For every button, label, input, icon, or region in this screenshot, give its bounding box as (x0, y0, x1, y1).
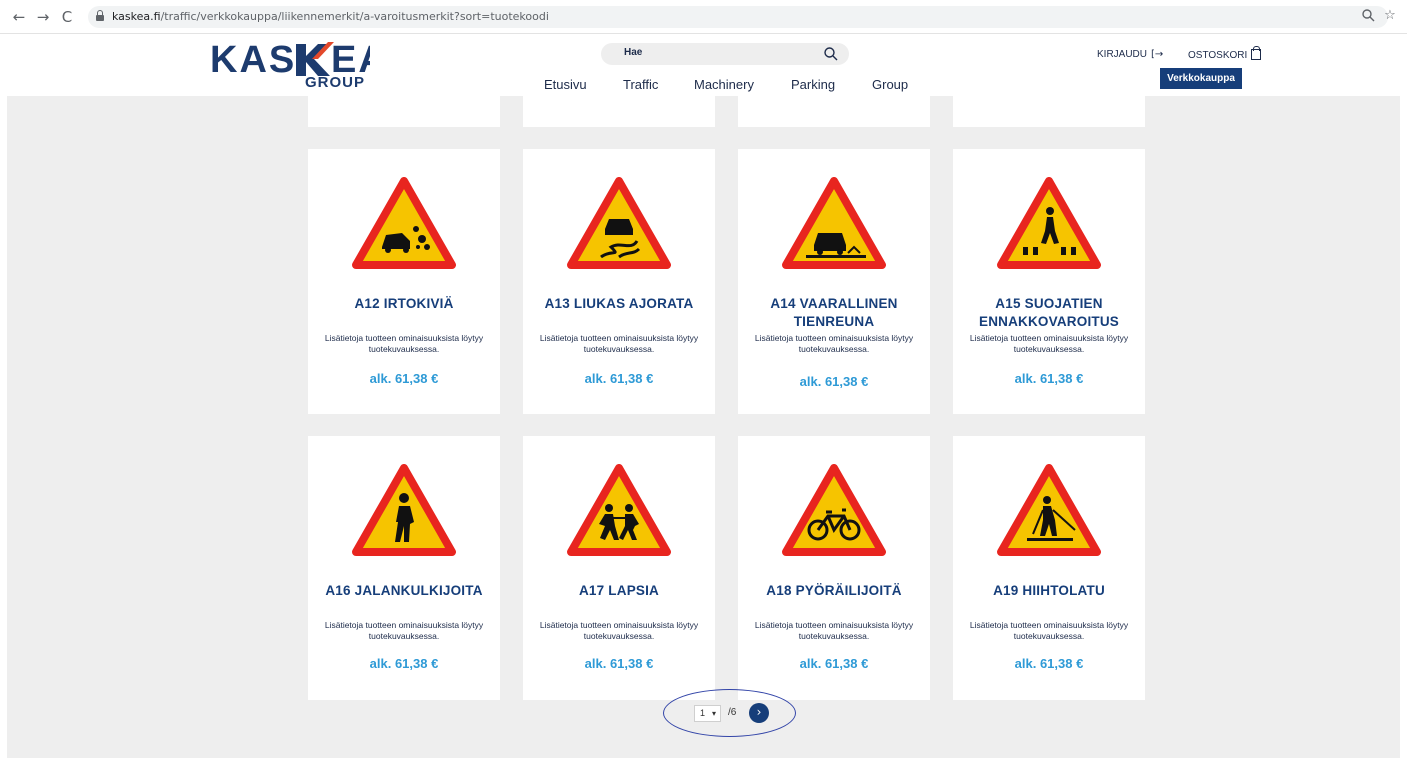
product-price: alk. 61,38 € (584, 656, 654, 671)
webshop-button[interactable]: Verkkokauppa (1160, 68, 1242, 89)
bookmark-star-icon[interactable]: ☆ (1382, 8, 1398, 24)
product-description: Lisätietoja tuotteen ominaisuuksista löy… (754, 620, 914, 641)
product-title[interactable]: A14 VAARALLINEN TIENREUNA (746, 295, 922, 331)
product-title[interactable]: A17 LAPSIA (531, 582, 707, 600)
product-description: Lisätietoja tuotteen ominaisuuksista löy… (539, 620, 699, 641)
product-card[interactable]: A17 LAPSIA Lisätietoja tuotteen ominaisu… (523, 436, 715, 700)
cart-label: OSTOSKORI (1188, 50, 1248, 61)
product-title[interactable]: A15 SUOJATIEN ENNAKKOVAROITUS (961, 295, 1137, 331)
pagination: 1 ▾ /6 › (663, 689, 796, 737)
search-field[interactable]: Hae (601, 43, 849, 65)
logo-subtitle: GROUP (305, 74, 366, 91)
svg-text:EA: EA (331, 40, 370, 78)
site-header: KAS EA GROUP Hae Etusivu Traffic Machine… (0, 34, 1407, 96)
url-domain: kaskea.fi (112, 10, 161, 23)
search-icon[interactable] (823, 46, 839, 62)
product-description: Lisätietoja tuotteen ominaisuuksista löy… (324, 620, 484, 641)
next-page-button[interactable]: › (749, 703, 769, 723)
product-card[interactable]: A16 JALANKULKIJOITA Lisätietoja tuotteen… (308, 436, 500, 700)
product-title[interactable]: A16 JALANKULKIJOITA (316, 582, 492, 600)
product-card[interactable]: A12 IRTOKIVIÄ Lisätietoja tuotteen omina… (308, 149, 500, 414)
product-description: Lisätietoja tuotteen ominaisuuksista löy… (539, 333, 699, 354)
page-total: /6 (728, 707, 737, 718)
browser-toolbar: ← → C kaskea.fi/traffic/verkkokauppa/lii… (0, 0, 1407, 34)
product-description: Lisätietoja tuotteen ominaisuuksista löy… (324, 333, 484, 354)
product-description: Lisätietoja tuotteen ominaisuuksista löy… (754, 333, 914, 354)
slippery-road-sign-icon (567, 177, 671, 269)
cart-link[interactable]: OSTOSKORI (1188, 46, 1262, 61)
product-card[interactable]: A19 HIIHTOLATU Lisätietoja tuotteen omin… (953, 436, 1145, 700)
product-price: alk. 61,38 € (369, 371, 439, 386)
address-bar[interactable]: kaskea.fi/traffic/verkkokauppa/liikennem… (88, 6, 1388, 28)
search-input[interactable]: Hae (624, 47, 642, 58)
nav-link-group[interactable]: Group (872, 77, 908, 92)
kaskea-logo[interactable]: KAS EA GROUP (210, 39, 386, 91)
product-description: Lisätietoja tuotteen ominaisuuksista löy… (969, 620, 1129, 641)
chevron-down-icon: ▾ (711, 709, 716, 718)
nav-link-parking[interactable]: Parking (791, 77, 835, 92)
web-page: KAS EA GROUP Hae Etusivu Traffic Machine… (0, 34, 1407, 758)
product-card-partial[interactable] (953, 96, 1145, 127)
product-card[interactable]: A18 PYÖRÄILIJOITÄ Lisätietoja tuotteen o… (738, 436, 930, 700)
dangerous-roadside-sign-icon (782, 177, 886, 269)
product-price: alk. 61,38 € (799, 656, 869, 671)
product-price: alk. 61,38 € (369, 656, 439, 671)
reload-icon[interactable]: C (58, 8, 76, 26)
product-card-partial[interactable] (738, 96, 930, 127)
pedestrians-sign-icon (352, 464, 456, 556)
cyclists-sign-icon (782, 464, 886, 556)
product-title[interactable]: A13 LIUKAS AJORATA (531, 295, 707, 313)
product-card[interactable]: A13 LIUKAS AJORATA Lisätietoja tuotteen … (523, 149, 715, 414)
url-path: /traffic/verkkokauppa/liikennemerkit/a-v… (160, 10, 549, 23)
product-price: alk. 61,38 € (1014, 656, 1084, 671)
zoom-icon[interactable] (1360, 8, 1376, 24)
nav-link-traffic[interactable]: Traffic (623, 77, 658, 92)
product-card-partial[interactable] (523, 96, 715, 127)
nav-link-etusivu[interactable]: Etusivu (544, 77, 587, 92)
forward-icon[interactable]: → (34, 8, 52, 26)
url-text: kaskea.fi/traffic/verkkokauppa/liikennem… (112, 10, 549, 23)
product-title[interactable]: A12 IRTOKIVIÄ (316, 295, 492, 313)
login-link[interactable]: KIRJAUDU [→ (1097, 49, 1163, 60)
ski-trail-sign-icon (997, 464, 1101, 556)
lock-icon (96, 10, 104, 21)
product-card[interactable]: A15 SUOJATIEN ENNAKKOVAROITUS Lisätietoj… (953, 149, 1145, 414)
product-title[interactable]: A18 PYÖRÄILIJOITÄ (746, 582, 922, 600)
login-label: KIRJAUDU (1097, 49, 1148, 60)
svg-text:KAS: KAS (210, 40, 296, 78)
page-select[interactable]: 1 ▾ (694, 705, 721, 722)
product-price: alk. 61,38 € (584, 371, 654, 386)
product-price: alk. 61,38 € (799, 374, 869, 389)
nav-link-machinery[interactable]: Machinery (694, 77, 754, 92)
current-page: 1 (700, 708, 706, 718)
loose-chippings-sign-icon (352, 177, 456, 269)
product-card-partial[interactable] (308, 96, 500, 127)
shopping-bag-icon (1251, 46, 1262, 60)
login-icon: [→ (1151, 49, 1164, 60)
product-price: alk. 61,38 € (1014, 371, 1084, 386)
product-title[interactable]: A19 HIIHTOLATU (961, 582, 1137, 600)
product-card[interactable]: A14 VAARALLINEN TIENREUNA Lisätietoja tu… (738, 149, 930, 414)
product-description: Lisätietoja tuotteen ominaisuuksista löy… (969, 333, 1129, 354)
children-sign-icon (567, 464, 671, 556)
pedestrian-crossing-sign-icon (997, 177, 1101, 269)
back-icon[interactable]: ← (10, 8, 28, 26)
